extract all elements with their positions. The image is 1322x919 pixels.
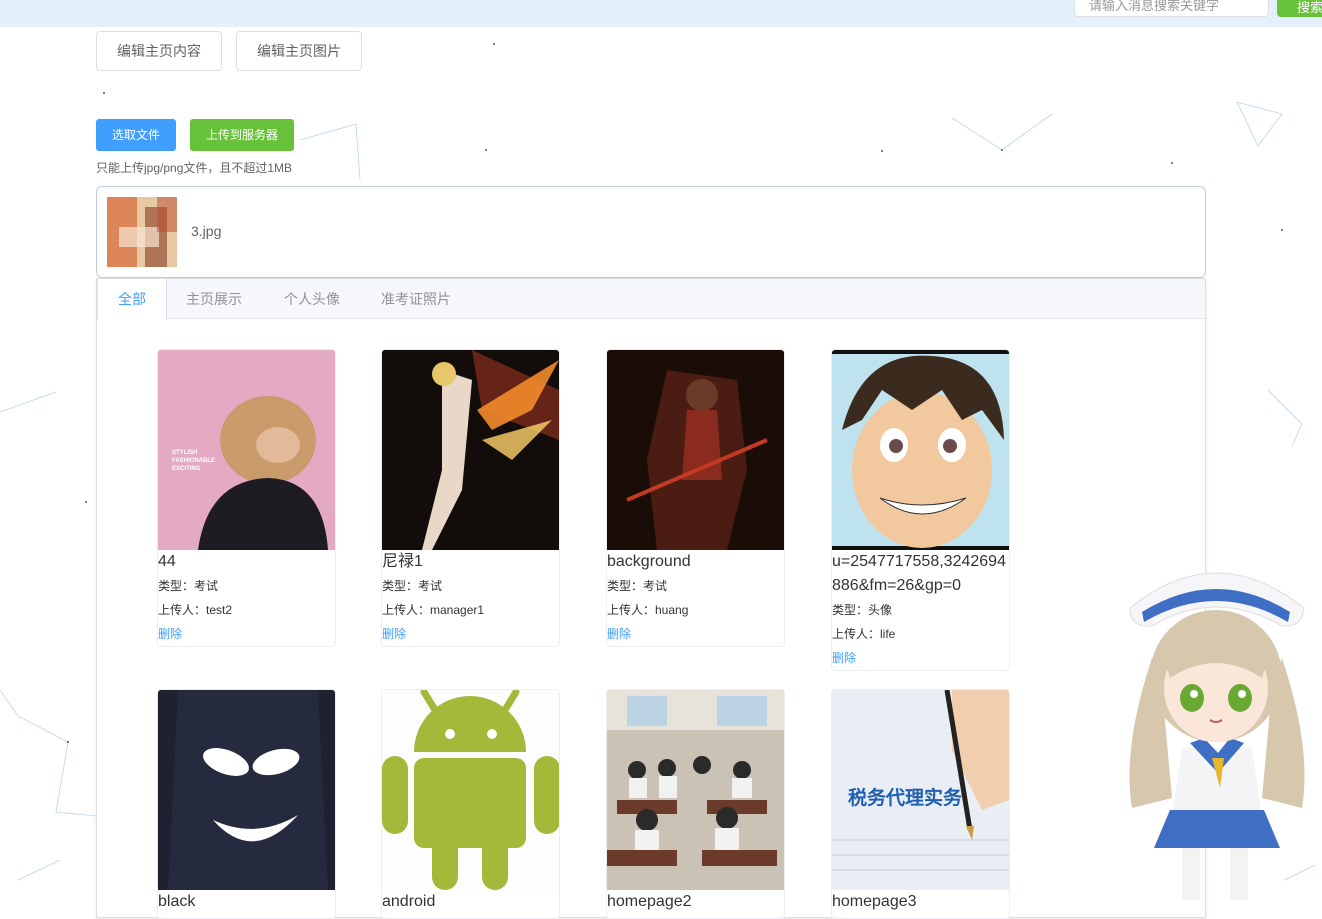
svg-text:EXCITING: EXCITING — [172, 466, 201, 472]
delete-link[interactable]: 删除 — [158, 622, 335, 646]
image-name: homepage3 — [832, 893, 917, 910]
upload-tip: 只能上传jpg/png文件，且不超过1MB — [96, 161, 293, 175]
tab-avatar[interactable]: 个人头像 — [261, 279, 363, 319]
image-name: u=2547717558,3242694886&fm=26&gp=0 — [832, 553, 1006, 594]
image-uploader: 上传人：test2 — [158, 603, 233, 617]
image-card: android — [381, 689, 560, 919]
image-thumbnail[interactable]: STYLISH FASHIONABLE EXCITING — [158, 350, 335, 550]
delete-link[interactable]: 删除 — [607, 622, 784, 646]
image-name: background — [607, 553, 691, 570]
search-button[interactable]: 搜索 — [1277, 0, 1322, 17]
upload-file-item[interactable]: 3.jpg — [96, 186, 1206, 278]
image-card: u=2547717558,3242694886&fm=26&gp=0 类型：头像… — [831, 349, 1010, 671]
image-thumbnail[interactable] — [382, 690, 559, 890]
search-input[interactable]: 请输入消息搜索关键字 — [1074, 0, 1269, 17]
edit-images-button[interactable]: 编辑主页图片 — [236, 31, 362, 71]
image-uploader: 上传人：huang — [607, 603, 689, 617]
image-uploader: 上传人：life — [832, 627, 896, 641]
tab-header: 全部 主页展示 个人头像 准考证照片 — [97, 279, 1205, 320]
image-card: 税务代理实务 homepage3 — [831, 689, 1010, 919]
upload-thumbnail — [107, 197, 177, 267]
mascot-character[interactable] — [1112, 548, 1322, 906]
delete-link[interactable]: 删除 — [832, 646, 1009, 670]
svg-text:STYLISH: STYLISH — [172, 450, 197, 456]
image-card: black — [157, 689, 336, 919]
image-card: homepage2 — [606, 689, 785, 919]
tab-all[interactable]: 全部 — [97, 279, 167, 320]
image-card: background 类型：考试 上传人：huang 删除 — [606, 349, 785, 647]
image-type: 类型：头像 — [832, 603, 893, 617]
image-name: 44 — [158, 553, 176, 570]
upload-file-name: 3.jpg — [191, 223, 222, 239]
image-thumbnail[interactable] — [382, 350, 559, 550]
delete-link[interactable]: 删除 — [382, 622, 559, 646]
image-type: 类型：考试 — [607, 579, 668, 593]
edit-content-button[interactable]: 编辑主页内容 — [96, 31, 222, 71]
image-thumbnail[interactable] — [607, 350, 784, 550]
svg-text:FASHIONABLE: FASHIONABLE — [172, 458, 215, 464]
tab-exam-photo[interactable]: 准考证照片 — [363, 279, 469, 319]
image-name: black — [158, 893, 196, 910]
image-type: 类型：考试 — [158, 579, 219, 593]
image-thumbnail[interactable]: 税务代理实务 — [832, 690, 1009, 890]
image-uploader: 上传人：manager1 — [382, 603, 485, 617]
image-name: 尼禄1 — [382, 553, 423, 570]
image-type: 类型：考试 — [382, 579, 443, 593]
select-file-button[interactable]: 选取文件 — [96, 119, 176, 151]
image-thumbnail[interactable] — [607, 690, 784, 890]
image-name: android — [382, 893, 436, 910]
image-card: STYLISH FASHIONABLE EXCITING 44 类型：考试 上传… — [157, 349, 336, 647]
image-thumbnail[interactable] — [158, 690, 335, 890]
upload-to-server-button[interactable]: 上传到服务器 — [190, 119, 294, 151]
tab-homepage[interactable]: 主页展示 — [167, 279, 261, 319]
image-thumbnail[interactable] — [832, 350, 1009, 550]
svg-text:税务代理实务: 税务代理实务 — [848, 786, 963, 809]
image-card: 尼禄1 类型：考试 上传人：manager1 删除 — [381, 349, 560, 647]
image-name: homepage2 — [607, 893, 692, 910]
